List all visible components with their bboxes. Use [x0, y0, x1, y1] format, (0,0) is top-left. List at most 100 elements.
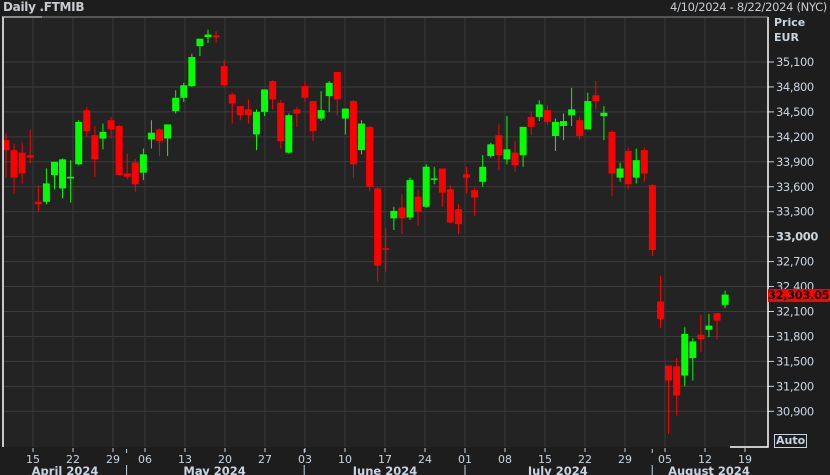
candle-body	[390, 210, 398, 219]
candle-body	[277, 102, 285, 142]
candle-body	[366, 126, 374, 187]
candle-body	[600, 112, 608, 117]
candle-body	[681, 333, 689, 376]
y-tick-label: 33,900	[776, 155, 814, 169]
candle-body	[358, 123, 366, 151]
candle-body	[479, 166, 487, 182]
candle-body	[10, 150, 18, 178]
candle-body	[75, 121, 83, 165]
x-tick-label: 10	[338, 453, 352, 466]
candle-body	[172, 97, 180, 112]
candle-body	[180, 85, 188, 98]
candle-up	[487, 142, 495, 158]
candle-body	[665, 365, 673, 381]
candle-body	[188, 57, 196, 87]
candle-down	[648, 184, 656, 256]
y-tick-label: 31,800	[776, 329, 814, 343]
candle-body	[269, 81, 277, 100]
candle-body	[91, 135, 99, 160]
candle-body	[252, 111, 260, 135]
y-axis: 35,100 34,800 34,500 34,200 33,900 33,600 33,3…	[768, 55, 819, 418]
candle-body	[406, 180, 414, 218]
candle-body	[59, 159, 67, 189]
y-tick-label: 31,500	[776, 354, 814, 368]
candle-body	[325, 82, 333, 97]
candle-body	[50, 161, 58, 176]
candle-body	[131, 162, 139, 185]
candle-down	[115, 125, 123, 176]
candle-body	[543, 110, 551, 122]
candle-body	[503, 149, 511, 160]
candle-body	[616, 168, 624, 178]
y-tick-label: 34,500	[776, 105, 814, 119]
candle-body	[584, 101, 592, 130]
x-tick-label: 24	[418, 453, 432, 466]
candle-body	[107, 120, 115, 130]
candle-body	[560, 121, 568, 127]
candle-up	[285, 113, 293, 154]
candlestick-chart[interactable]: 35,100 34,800 34,500 34,200 33,900 33,600 33,3…	[0, 0, 830, 475]
auto-scale-button[interactable]: Auto	[774, 434, 808, 448]
candle-body	[689, 341, 697, 359]
candle-body	[535, 104, 543, 117]
month-label: July 2024	[527, 464, 588, 475]
candle-body	[705, 325, 713, 330]
y-tick-label: 31,200	[776, 379, 814, 393]
month-label: May 2024	[183, 464, 245, 475]
y-tick-label: 34,800	[776, 80, 814, 94]
y-tick-label: 35,100	[776, 55, 814, 69]
candle-body	[721, 294, 729, 305]
candle-body	[34, 201, 42, 205]
y-tick-label: 33,600	[776, 180, 814, 194]
y-tick-label: 32,700	[776, 255, 814, 269]
x-tick-label: 03	[298, 453, 312, 466]
candle-body	[697, 334, 705, 339]
candle-body	[656, 301, 664, 319]
candle-body	[164, 124, 172, 139]
candle-body	[374, 188, 382, 266]
candle-body	[236, 106, 244, 116]
y-tick-label: 30,900	[776, 404, 814, 418]
x-tick-label: 27	[258, 453, 272, 466]
x-tick-label: 29	[618, 453, 632, 466]
candle-body	[624, 150, 632, 185]
candle-body	[592, 95, 600, 102]
candle-body	[99, 131, 107, 139]
candle-body	[293, 109, 301, 114]
candle-body	[212, 35, 220, 38]
x-tick-label: 01	[458, 453, 472, 466]
candle-body	[414, 196, 422, 212]
candle-body	[317, 110, 325, 119]
month-label: August 2024	[668, 464, 750, 475]
candle-body	[446, 189, 454, 223]
candle-body	[422, 166, 430, 207]
candle-body	[349, 101, 357, 165]
candle-body	[220, 66, 228, 86]
candle-body	[487, 144, 495, 156]
y-tick-label: 33,300	[776, 205, 814, 219]
candle-body	[301, 86, 309, 98]
candle-body	[139, 154, 147, 173]
candle-body	[632, 160, 640, 178]
candle-body	[511, 152, 519, 166]
candle-down	[366, 126, 374, 191]
candle-body	[147, 132, 155, 140]
candle-down	[576, 116, 584, 140]
candle-body	[204, 34, 212, 38]
candle-body	[519, 126, 527, 156]
month-label: April 2024	[32, 464, 99, 475]
candle-body	[67, 176, 75, 179]
candle-body	[471, 190, 479, 198]
candle-body	[115, 126, 123, 176]
candle-body	[156, 129, 164, 142]
candle-body	[673, 366, 681, 396]
candle-body	[83, 110, 91, 132]
last-price-label: 32,303.05	[768, 288, 830, 302]
candle-up	[75, 120, 83, 166]
candle-body	[495, 135, 503, 156]
y-tick-label: 34,200	[776, 130, 814, 144]
candle-body	[196, 38, 204, 47]
candle-body	[430, 178, 438, 180]
candle-body	[713, 313, 721, 321]
candle-down	[624, 147, 632, 190]
